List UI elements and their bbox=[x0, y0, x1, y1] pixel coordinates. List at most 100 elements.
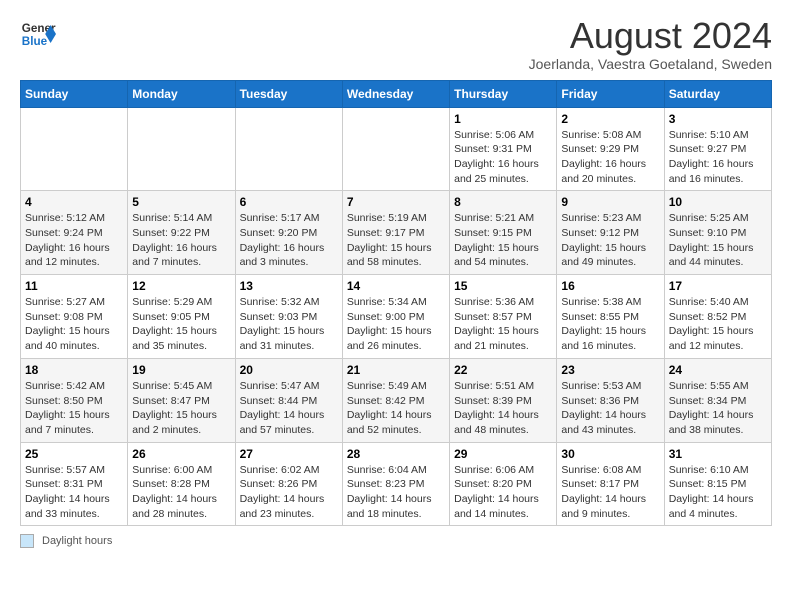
calendar-cell: 11 Sunrise: 5:27 AM Sunset: 9:08 PM Dayli… bbox=[21, 275, 128, 359]
calendar-cell bbox=[128, 107, 235, 191]
calendar-cell bbox=[235, 107, 342, 191]
day-info: Sunrise: 5:08 AM Sunset: 9:29 PM Dayligh… bbox=[561, 128, 659, 187]
day-info: Sunrise: 6:04 AM Sunset: 8:23 PM Dayligh… bbox=[347, 463, 445, 522]
calendar-cell: 1 Sunrise: 5:06 AM Sunset: 9:31 PM Daylig… bbox=[450, 107, 557, 191]
day-number: 21 bbox=[347, 363, 445, 377]
day-number: 28 bbox=[347, 447, 445, 461]
col-header-tuesday: Tuesday bbox=[235, 80, 342, 107]
day-number: 9 bbox=[561, 195, 659, 209]
day-number: 1 bbox=[454, 112, 552, 126]
col-header-friday: Friday bbox=[557, 80, 664, 107]
calendar-subtitle: Joerlanda, Vaestra Goetaland, Sweden bbox=[529, 56, 772, 72]
legend-label: Daylight hours bbox=[42, 535, 112, 547]
day-number: 10 bbox=[669, 195, 767, 209]
col-header-monday: Monday bbox=[128, 80, 235, 107]
calendar-cell: 6 Sunrise: 5:17 AM Sunset: 9:20 PM Daylig… bbox=[235, 191, 342, 275]
day-info: Sunrise: 5:45 AM Sunset: 8:47 PM Dayligh… bbox=[132, 379, 230, 438]
day-info: Sunrise: 5:57 AM Sunset: 8:31 PM Dayligh… bbox=[25, 463, 123, 522]
day-number: 17 bbox=[669, 279, 767, 293]
day-info: Sunrise: 6:08 AM Sunset: 8:17 PM Dayligh… bbox=[561, 463, 659, 522]
day-number: 25 bbox=[25, 447, 123, 461]
day-info: Sunrise: 5:21 AM Sunset: 9:15 PM Dayligh… bbox=[454, 211, 552, 270]
calendar-cell: 12 Sunrise: 5:29 AM Sunset: 9:05 PM Dayli… bbox=[128, 275, 235, 359]
day-number: 22 bbox=[454, 363, 552, 377]
calendar-cell: 3Sunrise: 5:10 AM Sunset: 9:27 PM Daylig… bbox=[664, 107, 771, 191]
day-info: Sunrise: 5:36 AM Sunset: 8:57 PM Dayligh… bbox=[454, 295, 552, 354]
day-info: Sunrise: 5:25 AM Sunset: 9:10 PM Dayligh… bbox=[669, 211, 767, 270]
calendar-cell: 31 Sunrise: 6:10 AM Sunset: 8:15 PM Dayli… bbox=[664, 442, 771, 526]
calendar-cell: 5Sunrise: 5:14 AM Sunset: 9:22 PM Daylig… bbox=[128, 191, 235, 275]
day-number: 29 bbox=[454, 447, 552, 461]
logo-icon: General Blue bbox=[20, 16, 56, 52]
calendar-week-4: 18Sunrise: 5:42 AM Sunset: 8:50 PM Dayli… bbox=[21, 358, 772, 442]
day-info: Sunrise: 5:49 AM Sunset: 8:42 PM Dayligh… bbox=[347, 379, 445, 438]
day-info: Sunrise: 5:40 AM Sunset: 8:52 PM Dayligh… bbox=[669, 295, 767, 354]
day-number: 11 bbox=[25, 279, 123, 293]
day-number: 13 bbox=[240, 279, 338, 293]
calendar-cell: 8 Sunrise: 5:21 AM Sunset: 9:15 PM Daylig… bbox=[450, 191, 557, 275]
calendar-cell bbox=[21, 107, 128, 191]
day-number: 18 bbox=[25, 363, 123, 377]
day-number: 26 bbox=[132, 447, 230, 461]
day-info: Sunrise: 5:17 AM Sunset: 9:20 PM Dayligh… bbox=[240, 211, 338, 270]
day-number: 24 bbox=[669, 363, 767, 377]
legend: Daylight hours bbox=[20, 534, 772, 548]
day-info: Sunrise: 5:47 AM Sunset: 8:44 PM Dayligh… bbox=[240, 379, 338, 438]
day-info: Sunrise: 5:32 AM Sunset: 9:03 PM Dayligh… bbox=[240, 295, 338, 354]
day-number: 14 bbox=[347, 279, 445, 293]
page-header: General Blue August 2024 Joerlanda, Vaes… bbox=[20, 16, 772, 72]
day-number: 27 bbox=[240, 447, 338, 461]
day-number: 8 bbox=[454, 195, 552, 209]
calendar-week-3: 11 Sunrise: 5:27 AM Sunset: 9:08 PM Dayli… bbox=[21, 275, 772, 359]
day-number: 30 bbox=[561, 447, 659, 461]
day-info: Sunrise: 5:38 AM Sunset: 8:55 PM Dayligh… bbox=[561, 295, 659, 354]
calendar-week-1: 1 Sunrise: 5:06 AM Sunset: 9:31 PM Daylig… bbox=[21, 107, 772, 191]
col-header-saturday: Saturday bbox=[664, 80, 771, 107]
day-number: 2 bbox=[561, 112, 659, 126]
day-number: 12 bbox=[132, 279, 230, 293]
calendar-cell: 17 Sunrise: 5:40 AM Sunset: 8:52 PM Dayli… bbox=[664, 275, 771, 359]
calendar-cell: 7Sunrise: 5:19 AM Sunset: 9:17 PM Daylig… bbox=[342, 191, 449, 275]
calendar-cell: 13 Sunrise: 5:32 AM Sunset: 9:03 PM Dayli… bbox=[235, 275, 342, 359]
calendar-cell: 23 Sunrise: 5:53 AM Sunset: 8:36 PM Dayli… bbox=[557, 358, 664, 442]
calendar-cell: 18Sunrise: 5:42 AM Sunset: 8:50 PM Dayli… bbox=[21, 358, 128, 442]
calendar-cell: 20 Sunrise: 5:47 AM Sunset: 8:44 PM Dayli… bbox=[235, 358, 342, 442]
calendar-cell: 22Sunrise: 5:51 AM Sunset: 8:39 PM Dayli… bbox=[450, 358, 557, 442]
day-info: Sunrise: 5:53 AM Sunset: 8:36 PM Dayligh… bbox=[561, 379, 659, 438]
day-info: Sunrise: 5:29 AM Sunset: 9:05 PM Dayligh… bbox=[132, 295, 230, 354]
calendar-cell: 28 Sunrise: 6:04 AM Sunset: 8:23 PM Dayli… bbox=[342, 442, 449, 526]
day-info: Sunrise: 5:06 AM Sunset: 9:31 PM Dayligh… bbox=[454, 128, 552, 187]
day-info: Sunrise: 5:55 AM Sunset: 8:34 PM Dayligh… bbox=[669, 379, 767, 438]
day-number: 31 bbox=[669, 447, 767, 461]
calendar-cell: 21 Sunrise: 5:49 AM Sunset: 8:42 PM Dayli… bbox=[342, 358, 449, 442]
calendar-cell: 4Sunrise: 5:12 AM Sunset: 9:24 PM Daylig… bbox=[21, 191, 128, 275]
calendar-title: August 2024 bbox=[529, 16, 772, 56]
calendar-cell: 15Sunrise: 5:36 AM Sunset: 8:57 PM Dayli… bbox=[450, 275, 557, 359]
calendar-cell: 2 Sunrise: 5:08 AM Sunset: 9:29 PM Daylig… bbox=[557, 107, 664, 191]
day-info: Sunrise: 5:12 AM Sunset: 9:24 PM Dayligh… bbox=[25, 211, 123, 270]
col-header-wednesday: Wednesday bbox=[342, 80, 449, 107]
day-info: Sunrise: 5:34 AM Sunset: 9:00 PM Dayligh… bbox=[347, 295, 445, 354]
calendar-cell: 26 Sunrise: 6:00 AM Sunset: 8:28 PM Dayli… bbox=[128, 442, 235, 526]
calendar-cell: 27 Sunrise: 6:02 AM Sunset: 8:26 PM Dayli… bbox=[235, 442, 342, 526]
day-info: Sunrise: 6:02 AM Sunset: 8:26 PM Dayligh… bbox=[240, 463, 338, 522]
day-info: Sunrise: 6:10 AM Sunset: 8:15 PM Dayligh… bbox=[669, 463, 767, 522]
calendar-cell: 25 Sunrise: 5:57 AM Sunset: 8:31 PM Dayli… bbox=[21, 442, 128, 526]
calendar-cell: 29 Sunrise: 6:06 AM Sunset: 8:20 PM Dayli… bbox=[450, 442, 557, 526]
calendar-cell: 24 Sunrise: 5:55 AM Sunset: 8:34 PM Dayli… bbox=[664, 358, 771, 442]
day-info: Sunrise: 6:06 AM Sunset: 8:20 PM Dayligh… bbox=[454, 463, 552, 522]
day-number: 6 bbox=[240, 195, 338, 209]
day-number: 23 bbox=[561, 363, 659, 377]
day-info: Sunrise: 5:19 AM Sunset: 9:17 PM Dayligh… bbox=[347, 211, 445, 270]
calendar-cell: 19Sunrise: 5:45 AM Sunset: 8:47 PM Dayli… bbox=[128, 358, 235, 442]
day-number: 20 bbox=[240, 363, 338, 377]
col-header-sunday: Sunday bbox=[21, 80, 128, 107]
calendar-cell: 9Sunrise: 5:23 AM Sunset: 9:12 PM Daylig… bbox=[557, 191, 664, 275]
day-info: Sunrise: 5:27 AM Sunset: 9:08 PM Dayligh… bbox=[25, 295, 123, 354]
calendar-cell: 14 Sunrise: 5:34 AM Sunset: 9:00 PM Dayli… bbox=[342, 275, 449, 359]
day-info: Sunrise: 5:14 AM Sunset: 9:22 PM Dayligh… bbox=[132, 211, 230, 270]
calendar-header: SundayMondayTuesdayWednesdayThursdayFrid… bbox=[21, 80, 772, 107]
col-header-thursday: Thursday bbox=[450, 80, 557, 107]
title-block: August 2024 Joerlanda, Vaestra Goetaland… bbox=[529, 16, 772, 72]
day-info: Sunrise: 6:00 AM Sunset: 8:28 PM Dayligh… bbox=[132, 463, 230, 522]
